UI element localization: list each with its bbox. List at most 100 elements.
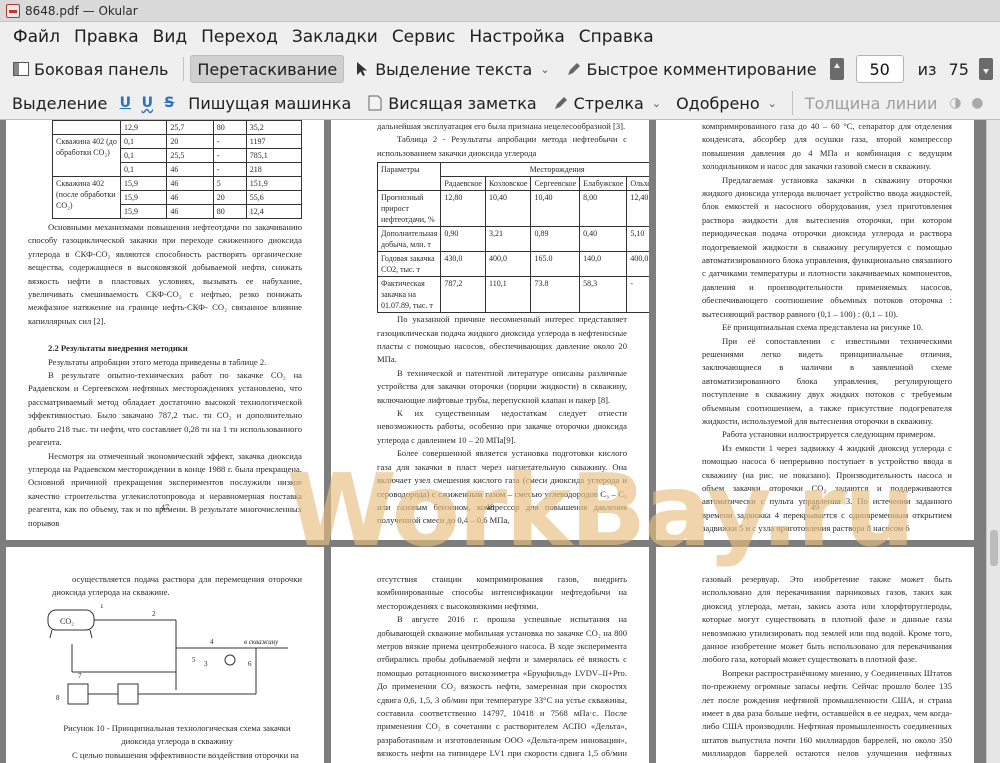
table-header: Козловское xyxy=(484,176,532,192)
paragraph: К их существенным недостаткам следует от… xyxy=(377,408,627,445)
table-row: Прогнозный прирост нефтеотдачи, % 12,80 10… xyxy=(376,190,649,228)
document-viewport[interactable]: 12,9 25,7 80 35,2 Скважина 402 (до обработк… xyxy=(0,120,1000,763)
menu-view[interactable]: Вид xyxy=(146,27,194,47)
chevron-down-icon[interactable]: ⌄ xyxy=(768,97,777,110)
paragraph: Её принципиальная схема представлена на … xyxy=(722,322,924,333)
table-cell: 3,21 xyxy=(484,226,532,253)
chevron-down-icon[interactable]: ⌄ xyxy=(540,63,549,76)
page-number: 48 xyxy=(485,501,495,512)
menu-settings[interactable]: Настройка xyxy=(462,27,571,47)
highlight-label: Выделение xyxy=(12,93,108,113)
line-width-button[interactable]: Толщина линии xyxy=(799,89,944,117)
page-of-label: из xyxy=(917,59,937,79)
page-49: компримированного газа до 40 – 60 °C, се… xyxy=(656,120,974,540)
next-page-icon[interactable] xyxy=(978,58,993,80)
page-total: 75 xyxy=(948,59,969,79)
title-bar: 8648.pdf — Okular xyxy=(0,0,1000,22)
menu-go[interactable]: Переход xyxy=(194,27,285,47)
vertical-scrollbar[interactable] xyxy=(986,120,1000,763)
table-cell: 5 xyxy=(212,176,247,191)
page-number-input[interactable]: 50 xyxy=(855,55,904,83)
cursor-icon xyxy=(353,60,371,78)
squiggle-icon[interactable]: U xyxy=(138,94,156,112)
table-cell: 0,1 xyxy=(119,134,168,149)
popup-note-button[interactable]: Висящая заметка xyxy=(360,89,542,117)
table-cell: Скважина 402 (после обработки CO₂) xyxy=(52,176,121,219)
line-width-label: Толщина линии xyxy=(804,93,938,113)
table-cell: Дополнительная добыча, млн. т xyxy=(376,226,442,253)
paragraph: компримированного газа до 40 – 60 °C, се… xyxy=(702,121,952,172)
table-cell: 15,9 xyxy=(119,204,168,219)
menu-edit[interactable]: Правка xyxy=(67,27,146,47)
annotation-toolbar: Выделение U U S Пишущая машинка Висящая … xyxy=(0,87,1000,120)
table-row: Параметры Месторождения xyxy=(376,162,649,192)
menu-help[interactable]: Справка xyxy=(572,27,661,47)
table-cell: 46 xyxy=(166,176,214,191)
table-row: Годовая закачка CO2, тыс. т 430,0 400,0 165… xyxy=(376,251,649,278)
paragraph: Вопреки распространённому мнению, у Соед… xyxy=(702,667,952,763)
drag-mode-button[interactable]: Перетаскивание xyxy=(190,55,345,83)
paragraph: Основными механизмами повышения нефтеотд… xyxy=(28,222,302,326)
menu-bar: Файл Правка Вид Переход Закладки Сервис … xyxy=(0,22,1000,51)
figure-number: 4 xyxy=(210,638,214,646)
highlight-button[interactable]: Выделение xyxy=(6,89,113,117)
page-number: 47 xyxy=(160,501,170,512)
table-cell: 110,1 xyxy=(484,276,532,314)
table-cell: 58,3 xyxy=(579,276,628,314)
paragraph: дальнейшая эксплуатация его была признан… xyxy=(377,121,626,131)
menu-bookmarks[interactable]: Закладки xyxy=(285,27,385,47)
window-title: 8648.pdf — Okular xyxy=(25,3,138,18)
opacity-icon[interactable]: ● xyxy=(968,94,986,112)
quick-comment-button[interactable]: Быстрое комментирование xyxy=(559,55,823,83)
table-row: Дополнительная добыча, млн. т 0,90 3,21 0,8… xyxy=(376,226,649,253)
previous-page-icon[interactable] xyxy=(829,58,844,80)
table-cell: Прогнозный прирост нефтеотдачи, % xyxy=(376,190,442,228)
table-cell: 151,9 xyxy=(245,176,303,191)
arrow-button[interactable]: Стрелка ⌄ xyxy=(546,89,667,117)
okular-app-icon xyxy=(6,3,20,18)
quick-comment-label: Быстрое комментирование xyxy=(586,59,817,79)
table-cell: 15,9 xyxy=(119,190,168,205)
typewriter-button[interactable]: Пишущая машинка xyxy=(182,89,357,117)
figure-number: 2 xyxy=(152,610,156,618)
page-51: отсутствия станции компримирования газов… xyxy=(331,547,649,763)
arrow-label: Стрелка xyxy=(573,93,644,113)
toolbar-separator xyxy=(183,57,185,81)
note-icon xyxy=(366,94,384,112)
table-cell: 0,1 xyxy=(119,148,168,163)
table-caption: Таблица 2 - Результаты апробации метода … xyxy=(377,134,627,158)
chevron-down-icon[interactable]: ⌄ xyxy=(652,97,661,110)
table-cell: 787,2 xyxy=(440,276,486,314)
paragraph: С целью повышения эффективности воздейст… xyxy=(72,749,299,760)
table-cell: 73.8 xyxy=(530,276,581,314)
table-cell: 5,10 xyxy=(626,226,649,253)
text-selection-label: Выделение текста xyxy=(375,59,533,79)
table-cell: 140,0 xyxy=(579,251,628,278)
page-48: дальнейшая эксплуатация его была признан… xyxy=(331,120,649,540)
menu-file[interactable]: Файл xyxy=(6,27,67,47)
text-selection-button[interactable]: Выделение текста ⌄ xyxy=(347,55,555,83)
table-row: 12,9 25,7 80 35,2 xyxy=(52,120,303,135)
strikeout-icon[interactable]: S xyxy=(160,94,178,112)
table-cell: - xyxy=(626,276,649,314)
main-toolbar: Боковая панель Перетаскивание Выделение … xyxy=(0,51,1000,87)
underline-icon[interactable]: U xyxy=(116,94,134,112)
table-cell: 55,6 xyxy=(245,190,303,205)
table-cell: 10,40 xyxy=(530,190,581,228)
figure-number: 1 xyxy=(100,604,104,610)
page-50: осуществляется подача раствора для перем… xyxy=(6,547,324,763)
stamp-button[interactable]: Одобрено ⌄ xyxy=(670,89,783,117)
color-icon[interactable]: ◑ xyxy=(946,94,964,112)
sidebar-toggle-button[interactable]: Боковая панель xyxy=(6,55,174,83)
table-header: Радаевское xyxy=(440,176,486,192)
page-number: 49 xyxy=(810,501,820,512)
page47-table: 12,9 25,7 80 35,2 Скважина 402 (до обработк… xyxy=(52,120,303,219)
table-cell: 8,00 xyxy=(579,190,628,228)
scrollbar-thumb[interactable] xyxy=(990,530,998,566)
table-cell: 12,80 xyxy=(440,190,486,228)
figure-number: 7 xyxy=(78,672,82,680)
table-cell: 785,1 xyxy=(245,148,303,163)
menu-tools[interactable]: Сервис xyxy=(385,27,463,47)
drag-mode-label: Перетаскивание xyxy=(197,59,338,79)
table-cell: 35,2 xyxy=(245,120,303,135)
